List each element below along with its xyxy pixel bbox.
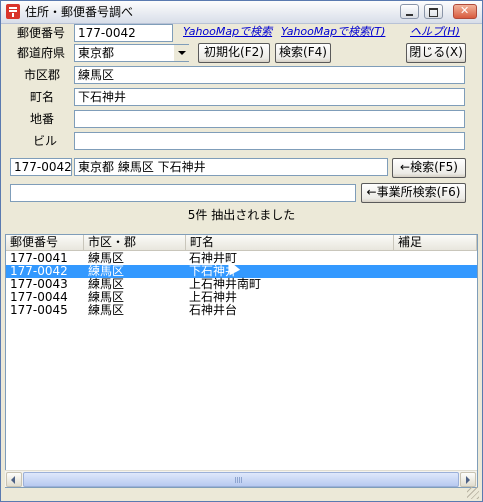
- status-text: 5件 抽出されました: [187, 208, 296, 222]
- maximize-icon[interactable]: [424, 4, 443, 19]
- block-label: 地番: [30, 112, 55, 126]
- initialize-button[interactable]: 初期化(F2): [198, 43, 270, 63]
- search-button[interactable]: 検索(F4): [275, 43, 331, 63]
- column-header-note[interactable]: 補足: [394, 235, 477, 251]
- window-title: 住所・郵便番号調べ: [25, 5, 134, 19]
- cell-city: 練馬区: [88, 303, 125, 317]
- table-row[interactable]: 177-0041 練馬区 石神井町: [6, 252, 477, 265]
- table-row[interactable]: 177-0043 練馬区 上石神井南町: [6, 278, 477, 291]
- city-label: 市区郡: [24, 68, 61, 82]
- postal-code-input[interactable]: 177-0042: [74, 24, 173, 42]
- scroll-left-icon[interactable]: [6, 472, 22, 487]
- column-header-city[interactable]: 市区・郡: [84, 235, 186, 251]
- title-bar: 住所・郵便番号調べ: [1, 1, 482, 24]
- column-header-postal-code[interactable]: 郵便番号: [6, 235, 84, 251]
- table-row[interactable]: 177-0044 練馬区 上石神井: [6, 291, 477, 304]
- city-input[interactable]: 練馬区: [74, 66, 465, 84]
- business-search-button[interactable]: ←事業所検索(F6): [361, 183, 466, 203]
- prefecture-select[interactable]: 東京都: [74, 44, 189, 62]
- result-address[interactable]: 東京都 練馬区 下石神井: [74, 158, 388, 176]
- column-header-town[interactable]: 町名: [186, 235, 394, 251]
- yahoo-map-search-t-link[interactable]: YahooMapで検索(T): [281, 24, 385, 40]
- building-label: ビル: [33, 134, 58, 148]
- horizontal-scrollbar[interactable]: [5, 470, 477, 487]
- block-input[interactable]: [74, 110, 465, 128]
- town-input[interactable]: 下石神井: [74, 88, 465, 106]
- cell-postal-code: 177-0045: [10, 303, 68, 317]
- cell-town: 石神井台: [189, 303, 238, 317]
- minimize-icon[interactable]: [400, 4, 419, 19]
- close-icon[interactable]: [453, 4, 477, 19]
- postal-code-label: 郵便番号: [17, 26, 66, 40]
- result-postal-code[interactable]: 177-0042: [10, 158, 72, 176]
- building-input[interactable]: [74, 132, 465, 150]
- town-label: 町名: [30, 90, 55, 104]
- reverse-search-button[interactable]: ←検索(F5): [392, 158, 466, 178]
- prefecture-label: 都道府県: [17, 46, 66, 60]
- results-table[interactable]: 郵便番号 市区・郡 町名 補足 177-0041 練馬区 石神井町 177-00…: [5, 234, 478, 488]
- scroll-right-icon[interactable]: [460, 472, 476, 487]
- scrollbar-thumb[interactable]: [23, 472, 459, 487]
- chevron-down-icon[interactable]: [173, 45, 189, 61]
- business-search-input[interactable]: [10, 184, 356, 202]
- help-link[interactable]: ヘルプ(H): [410, 24, 460, 40]
- close-button[interactable]: 閉じる(X): [406, 43, 466, 63]
- resize-grip-icon[interactable]: [467, 487, 479, 499]
- table-row[interactable]: 177-0045 練馬区 石神井台: [6, 304, 477, 317]
- postal-app-icon[interactable]: [6, 4, 20, 19]
- yahoo-map-search-link[interactable]: YahooMapで検索: [183, 24, 272, 40]
